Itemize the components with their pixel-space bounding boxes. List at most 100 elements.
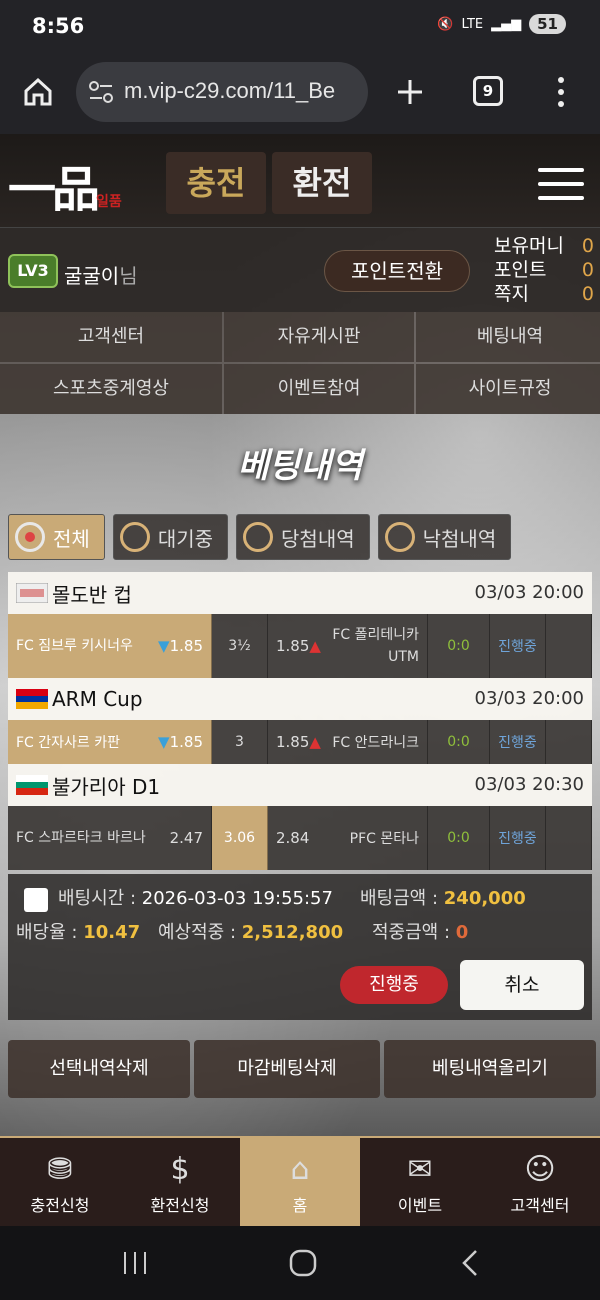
league-name: 불가리아 D1 <box>52 774 161 799</box>
home-odds-cell[interactable]: FC 짐브루 키시너우 ▼1.85 <box>8 614 212 678</box>
home-odds-cell[interactable]: FC 간자사르 카판 ▼1.85 <box>8 720 212 764</box>
home-team: FC 짐브루 키시너우 <box>16 638 133 654</box>
tab-count-button[interactable]: 9 <box>473 76 503 106</box>
home-odds: ▼1.85 <box>158 733 203 751</box>
odds-row: FC 짐브루 키시너우 ▼1.85 3½ 1.85▲ FC 폴리테니카 UTM 0:… <box>8 614 592 678</box>
away-odds-cell[interactable]: 1.85▲ FC 안드라니크 <box>268 720 428 764</box>
bet-amount-label: 배팅금액 : <box>360 888 439 909</box>
chat-icon: ✉ <box>407 1152 433 1187</box>
bet-amount-row: 배팅금액 : 240,000 <box>360 884 526 910</box>
filter-won[interactable]: 당첨내역 <box>236 514 370 560</box>
score: 0:0 <box>428 614 490 678</box>
balance-value: 0 <box>581 283 594 305</box>
expected-payout: 2,512,800 <box>241 922 344 943</box>
handicap-cell[interactable]: 3½ <box>212 614 268 678</box>
bet-time: 2026-03-03 19:55:57 <box>141 888 333 909</box>
down-arrow-icon: ▼ <box>158 733 170 751</box>
site-logo[interactable]: 一品일품 <box>8 150 122 220</box>
balance-value: 0 <box>581 235 594 257</box>
url-text[interactable]: m.vip-c29.com/11_Be <box>124 78 335 104</box>
spacer <box>546 720 592 764</box>
nav-label: 홈 <box>292 1196 308 1215</box>
back-icon[interactable] <box>460 1248 480 1278</box>
recents-icon[interactable] <box>122 1250 148 1276</box>
username: 굴굴이님 <box>64 260 138 289</box>
bet-status: 진행중 <box>490 720 546 764</box>
home-odds: ▼1.85 <box>158 637 203 655</box>
home-odds: 2.47 <box>169 829 203 847</box>
home-nav-icon[interactable] <box>288 1248 318 1278</box>
handicap-cell[interactable]: 3 <box>212 720 268 764</box>
menu-bet-history[interactable]: 베팅내역 <box>416 312 600 362</box>
house-icon: ⌂ <box>290 1152 310 1187</box>
nav-label: 이벤트 <box>397 1196 443 1215</box>
new-tab-icon[interactable] <box>396 78 424 106</box>
in-progress-button[interactable]: 진행중 <box>340 966 448 1004</box>
away-odds: 1.85▲ <box>276 733 321 751</box>
filter-pending[interactable]: 대기중 <box>112 514 229 560</box>
select-checkbox[interactable] <box>24 888 48 912</box>
balance-money: 보유머니 0 <box>494 234 594 258</box>
score: 0:0 <box>428 806 490 870</box>
odds-total-label: 배당율 : <box>16 922 78 943</box>
cancel-button[interactable]: 취소 <box>460 960 584 1010</box>
exchange-button[interactable]: 환전 <box>272 152 372 214</box>
filter-tabs: 전체 대기중 당첨내역 낙첨내역 <box>8 514 512 560</box>
balance-panel: 보유머니 0 포인트 0 쪽지 0 <box>494 234 594 306</box>
up-arrow-icon: ▲ <box>309 637 321 655</box>
menu-site-rules[interactable]: 사이트규정 <box>416 364 600 414</box>
nav-home[interactable]: ⌂ 홈 <box>240 1138 360 1226</box>
home-odds-cell[interactable]: FC 스파르타크 바르나 2.47 <box>8 806 212 870</box>
site-menu: 고객센터 자유게시판 베팅내역 스포츠중계영상 이벤트참여 사이트규정 <box>0 312 600 414</box>
nav-label: 환전신청 <box>150 1196 210 1215</box>
hamburger-menu-icon[interactable] <box>538 168 584 200</box>
bet-summary: 배팅시간 : 2026-03-03 19:55:57 배팅금액 : 240,00… <box>8 874 592 1020</box>
point-convert-button[interactable]: 포인트전환 <box>324 250 470 292</box>
menu-free-board[interactable]: 자유게시판 <box>224 312 414 362</box>
score: 0:0 <box>428 720 490 764</box>
nav-support[interactable]: ☺ 고객센터 <box>480 1138 600 1226</box>
delete-selected-button[interactable]: 선택내역삭제 <box>8 1040 190 1098</box>
away-odds-cell[interactable]: 1.85▲ FC 폴리테니카 UTM <box>268 614 428 678</box>
menu-customer-center[interactable]: 고객센터 <box>0 312 222 362</box>
menu-events[interactable]: 이벤트참여 <box>224 364 414 414</box>
nav-exchange[interactable]: $ 환전신청 <box>120 1138 240 1226</box>
home-icon[interactable] <box>22 76 54 108</box>
match-time: 03/03 20:30 <box>474 774 584 795</box>
nav-charge[interactable]: ⛃ 충전신청 <box>0 1138 120 1226</box>
league-header: 몰도반 컵 03/03 20:00 <box>8 572 592 614</box>
lte-label: LTE <box>461 16 484 32</box>
filter-all[interactable]: 전체 <box>8 514 105 560</box>
more-menu-icon[interactable] <box>556 76 566 108</box>
coins-icon: ⛃ <box>47 1152 73 1187</box>
post-bet-history-button[interactable]: 베팅내역올리기 <box>384 1040 596 1098</box>
honorific: 님 <box>119 264 138 288</box>
armenia-flag-icon <box>16 689 48 709</box>
clock: 8:56 <box>32 14 85 38</box>
signal-icon: ▂▄▆ <box>491 16 522 32</box>
odds-total: 10.47 <box>83 922 141 943</box>
filter-lost[interactable]: 낙첨내역 <box>377 514 512 560</box>
league-name: ARM Cup <box>52 687 143 711</box>
balance-value: 0 <box>581 259 594 281</box>
url-bar[interactable]: m.vip-c29.com/11_Be <box>76 62 368 122</box>
filter-label: 전체 <box>53 526 90 551</box>
away-team: FC 폴리테니카 UTM <box>332 627 419 665</box>
bet-time-label: 배팅시간 : <box>58 888 137 909</box>
charge-button[interactable]: 충전 <box>166 152 266 214</box>
away-odds-cell[interactable]: 2.84 PFC 몬타나 <box>268 806 428 870</box>
site-settings-icon[interactable] <box>88 80 114 104</box>
balance-label: 보유머니 <box>494 235 564 257</box>
draw-odds-cell[interactable]: 3.06 <box>212 806 268 870</box>
menu-sports-stream[interactable]: 스포츠중계영상 <box>0 364 222 414</box>
balance-messages[interactable]: 쪽지 0 <box>494 282 594 306</box>
league-header: ARM Cup 03/03 20:00 <box>8 678 592 720</box>
bet-time-row: 배팅시간 : 2026-03-03 19:55:57 <box>58 884 333 910</box>
delete-closed-button[interactable]: 마감베팅삭제 <box>194 1040 380 1098</box>
nav-events[interactable]: ✉ 이벤트 <box>360 1138 480 1226</box>
system-nav-bar <box>0 1226 600 1300</box>
bet-list: 몰도반 컵 03/03 20:00 FC 짐브루 키시너우 ▼1.85 3½ 1.… <box>8 572 592 870</box>
nav-label: 고객센터 <box>510 1196 570 1215</box>
league-logo-icon <box>16 583 48 603</box>
odds-row: FC 스파르타크 바르나 2.47 3.06 2.84 PFC 몬타나 0:0 진행… <box>8 806 592 870</box>
